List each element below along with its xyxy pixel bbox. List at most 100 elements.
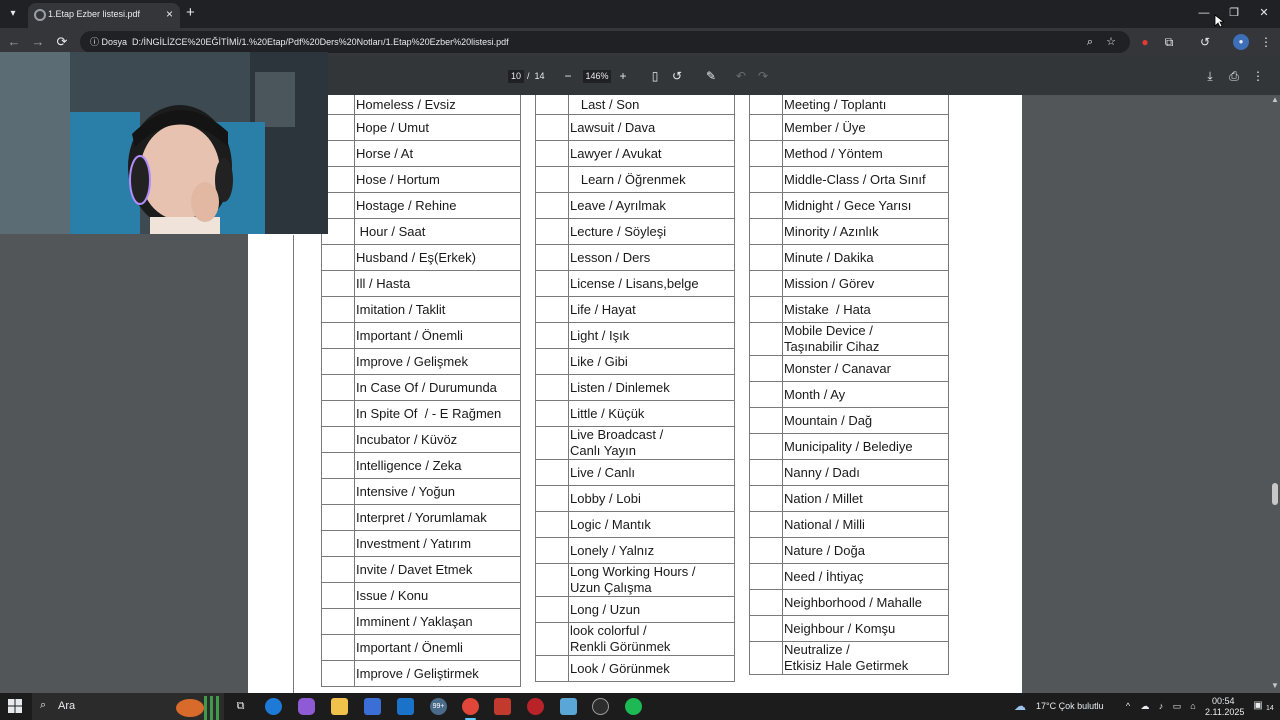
page-number-input[interactable]: 10 xyxy=(508,70,524,83)
word-cell: Life / Hayat xyxy=(568,297,734,322)
word-pair-text: Lawsuit / Dava xyxy=(570,119,656,135)
site-info-chip[interactable]: ⓘ Dosya xyxy=(84,33,133,51)
volume-icon[interactable]: ♪ xyxy=(1155,700,1167,712)
download-icon[interactable]: ⤓ xyxy=(1202,68,1218,84)
restore-button[interactable]: ❐ xyxy=(1224,4,1244,22)
recorder-icon[interactable] xyxy=(527,698,544,715)
table-row: Mistake / Hata xyxy=(750,297,948,323)
tab-search-chevron-icon[interactable]: ▾ xyxy=(4,5,22,23)
file-explorer-icon[interactable] xyxy=(331,698,348,715)
word-pair-text: In Spite Of / - E Rağmen xyxy=(356,405,502,421)
profile-avatar[interactable]: ● xyxy=(1233,34,1249,50)
zoom-magnifier-icon[interactable]: ⌕ xyxy=(1083,35,1097,49)
history-icon[interactable]: ↺ xyxy=(1197,34,1213,50)
word-cell: Lonely / Yalnız xyxy=(568,538,734,563)
zoom-in-button[interactable]: + xyxy=(615,68,631,84)
table-row: Lesson / Ders xyxy=(536,245,734,271)
obs-icon[interactable] xyxy=(592,698,609,715)
taskbar-search[interactable]: ⌕ Ara xyxy=(32,693,224,720)
word-cell: Neutralize / Etkisiz Hale Getirmek xyxy=(782,642,948,674)
new-tab-button[interactable]: + xyxy=(186,5,195,21)
word-pair-text: Lonely / Yalnız xyxy=(570,542,655,558)
tab-pdf[interactable]: 1.Etap Ezber listesi.pdf × xyxy=(28,3,180,28)
word-cell: Nature / Doğa xyxy=(782,538,948,563)
word-cell: Lawyer / Avukat xyxy=(568,141,734,166)
table-row: Minority / Azınlık xyxy=(750,219,948,245)
clock-date[interactable]: 2.11.2025 xyxy=(1205,707,1244,717)
store-icon[interactable] xyxy=(364,698,381,715)
onedrive-icon[interactable]: ☁ xyxy=(1139,700,1151,712)
scroll-up-arrow-icon[interactable]: ▲ xyxy=(1270,95,1280,105)
video-editor-icon[interactable] xyxy=(494,698,511,715)
word-cell: Learn / Öğrenmek xyxy=(568,167,734,192)
word-pair-text: Method / Yöntem xyxy=(784,145,883,161)
app-icon[interactable] xyxy=(560,698,577,715)
vertical-scrollbar[interactable]: ▲ ▼ xyxy=(1270,95,1280,693)
zoom-input[interactable]: 146% xyxy=(583,70,611,83)
word-pair-text: Improve / Gelişmek xyxy=(356,353,468,369)
display-icon[interactable]: ▭ xyxy=(1171,700,1183,712)
weather-text[interactable]: 17°C Çok bulutlu xyxy=(1036,701,1104,711)
word-pair-text-line2: Etkisiz Hale Getirmek xyxy=(784,658,909,673)
word-pair-text: Improve / Geliştirmek xyxy=(356,665,479,681)
notification-icon[interactable]: ▣ xyxy=(1252,700,1264,712)
table-row: Live / Canlı xyxy=(536,460,734,486)
print-icon[interactable]: ⎙ xyxy=(1226,68,1242,84)
forward-arrow-icon[interactable]: → xyxy=(30,34,46,50)
spotify-icon[interactable] xyxy=(625,698,642,715)
word-cell: Live Broadcast / Canlı Yayın xyxy=(568,427,734,459)
rotate-icon[interactable]: ↺ xyxy=(669,68,685,84)
word-cell: Neighborhood / Mahalle xyxy=(782,590,948,615)
redo-icon[interactable]: ↷ xyxy=(755,68,771,84)
more-options-icon[interactable]: ⋮ xyxy=(1250,68,1266,84)
table-row: Incubator / Küvöz xyxy=(322,427,520,453)
table-row: Invite / Davet Etmek xyxy=(322,557,520,583)
word-cell: In Case Of / Durumunda xyxy=(354,375,520,400)
address-bar[interactable]: ⓘ Dosya D:/İNGİLİZCE%20EĞİTİMİ/1.%20Etap… xyxy=(80,31,1130,53)
word-pair-text: Imminent / Yaklaşan xyxy=(356,613,473,629)
weather-cloud-icon[interactable]: ☁ xyxy=(1014,700,1026,712)
clock-time[interactable]: 00:54 xyxy=(1212,696,1235,706)
word-pair-text: Interpret / Yorumlamak xyxy=(356,509,487,525)
word-pair-text: Issue / Konu xyxy=(356,587,429,603)
word-cell: Lawsuit / Dava xyxy=(568,115,734,140)
scroll-down-arrow-icon[interactable]: ▼ xyxy=(1270,681,1280,691)
network-icon[interactable]: ⌂ xyxy=(1187,700,1199,712)
tray-chevron-icon[interactable]: ^ xyxy=(1122,700,1134,712)
zoom-out-button[interactable]: − xyxy=(560,68,576,84)
table-row: Long / Uzun xyxy=(536,597,734,623)
fit-page-icon[interactable]: ▯ xyxy=(647,68,663,84)
back-arrow-icon[interactable]: ← xyxy=(6,34,22,50)
word-cell: Midnight / Gece Yarısı xyxy=(782,193,948,218)
annotate-pen-icon[interactable]: ✎ xyxy=(703,68,719,84)
word-pair-text-line2: Taşınabilir Cihaz xyxy=(784,339,880,354)
chrome-icon[interactable] xyxy=(462,698,479,720)
tab-close-icon[interactable]: × xyxy=(166,7,173,21)
mail-badge-icon[interactable]: 99+ xyxy=(430,698,447,715)
word-pair-text: Hostage / Rehine xyxy=(356,197,457,213)
edge-icon[interactable] xyxy=(265,698,282,715)
outlook-icon[interactable] xyxy=(397,698,414,715)
word-cell: look colorful / Renkli Görünmek xyxy=(568,623,734,655)
word-cell: Incubator / Küvöz xyxy=(354,427,520,452)
windows-start-icon[interactable] xyxy=(8,699,22,713)
extensions-puzzle-icon[interactable]: ⧉ xyxy=(1161,34,1177,50)
word-pair-text: Live / Canlı xyxy=(570,464,636,480)
reload-icon[interactable]: ⟳ xyxy=(54,34,70,50)
extension-red-icon[interactable]: ● xyxy=(1137,34,1153,50)
word-pair-text: Midnight / Gece Yarısı xyxy=(784,197,912,213)
table-row: Imminent / Yaklaşan xyxy=(322,609,520,635)
word-pair-text: In Case Of / Durumunda xyxy=(356,379,497,395)
undo-icon[interactable]: ↶ xyxy=(733,68,749,84)
browser-menu-icon[interactable]: ⋮ xyxy=(1258,34,1274,50)
task-view-icon[interactable]: ⧉ xyxy=(232,698,249,715)
bookmark-star-icon[interactable]: ☆ xyxy=(1104,35,1118,49)
scroll-thumb[interactable] xyxy=(1272,483,1278,505)
word-pair-text: Nature / Doğa xyxy=(784,542,865,558)
table-row: Logic / Mantık xyxy=(536,512,734,538)
minimize-button[interactable]: — xyxy=(1194,4,1214,22)
close-button[interactable]: ✕ xyxy=(1254,4,1274,22)
table-row: Municipality / Belediye xyxy=(750,434,948,460)
word-cell: Live / Canlı xyxy=(568,460,734,485)
copilot-icon[interactable] xyxy=(298,698,315,715)
